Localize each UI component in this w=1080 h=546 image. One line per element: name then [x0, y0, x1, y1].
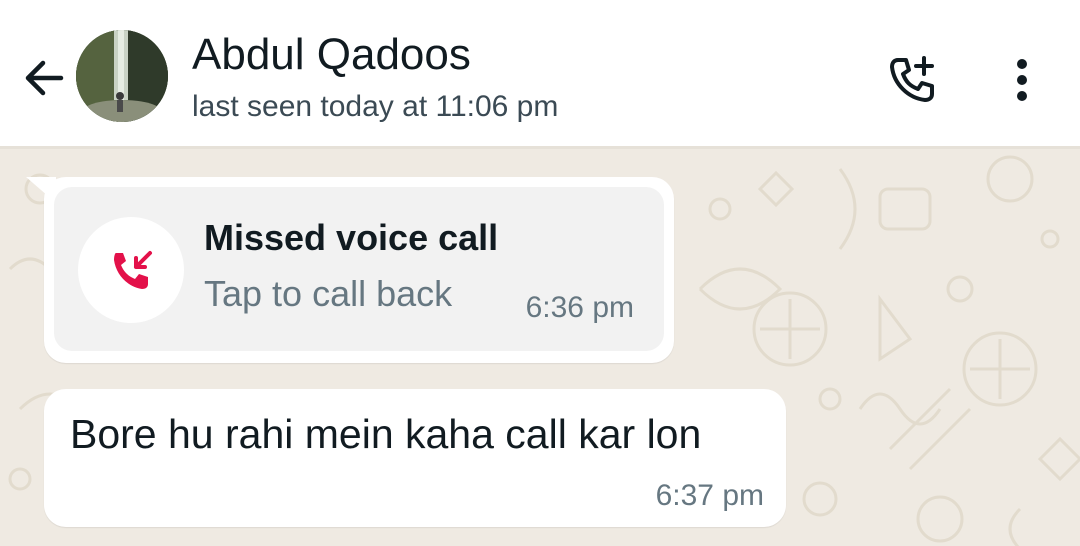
call-back-prompt[interactable]: Tap to call back	[204, 273, 452, 315]
arrow-left-icon	[25, 60, 64, 96]
more-options-button[interactable]	[990, 48, 1054, 112]
message-time: 6:36 pm	[525, 291, 634, 324]
missed-call-icon-wrap	[78, 217, 184, 323]
text-message-bubble[interactable]: Bore hu rahi mein kaha call kar lon 6:37…	[44, 389, 786, 527]
missed-call-card[interactable]: Missed voice call Tap to call back 6:36 …	[54, 187, 664, 351]
chat-screen: Abdul Qadoos last seen today at 11:06 pm	[0, 0, 1080, 546]
phone-plus-icon	[890, 56, 934, 102]
chat-header: Abdul Qadoos last seen today at 11:06 pm	[0, 0, 1080, 148]
message-time: 6:37 pm	[655, 479, 764, 512]
more-vertical-icon	[1017, 59, 1027, 101]
missed-call-icon	[114, 251, 152, 289]
call-title: Missed voice call	[204, 217, 499, 258]
add-call-button[interactable]	[880, 48, 944, 112]
chat-area[interactable]: Missed voice call Tap to call back 6:36 …	[0, 149, 1080, 546]
missed-call-bubble[interactable]: Missed voice call Tap to call back 6:36 …	[26, 177, 674, 363]
contact-avatar[interactable]	[76, 30, 168, 122]
bubble-tail	[26, 177, 56, 203]
last-seen-status: last seen today at 11:06 pm	[192, 90, 559, 123]
back-button[interactable]	[16, 50, 72, 106]
avatar-image	[76, 30, 168, 122]
message-text: Bore hu rahi mein kaha call kar lon	[70, 411, 702, 457]
contact-name[interactable]: Abdul Qadoos	[192, 30, 471, 80]
